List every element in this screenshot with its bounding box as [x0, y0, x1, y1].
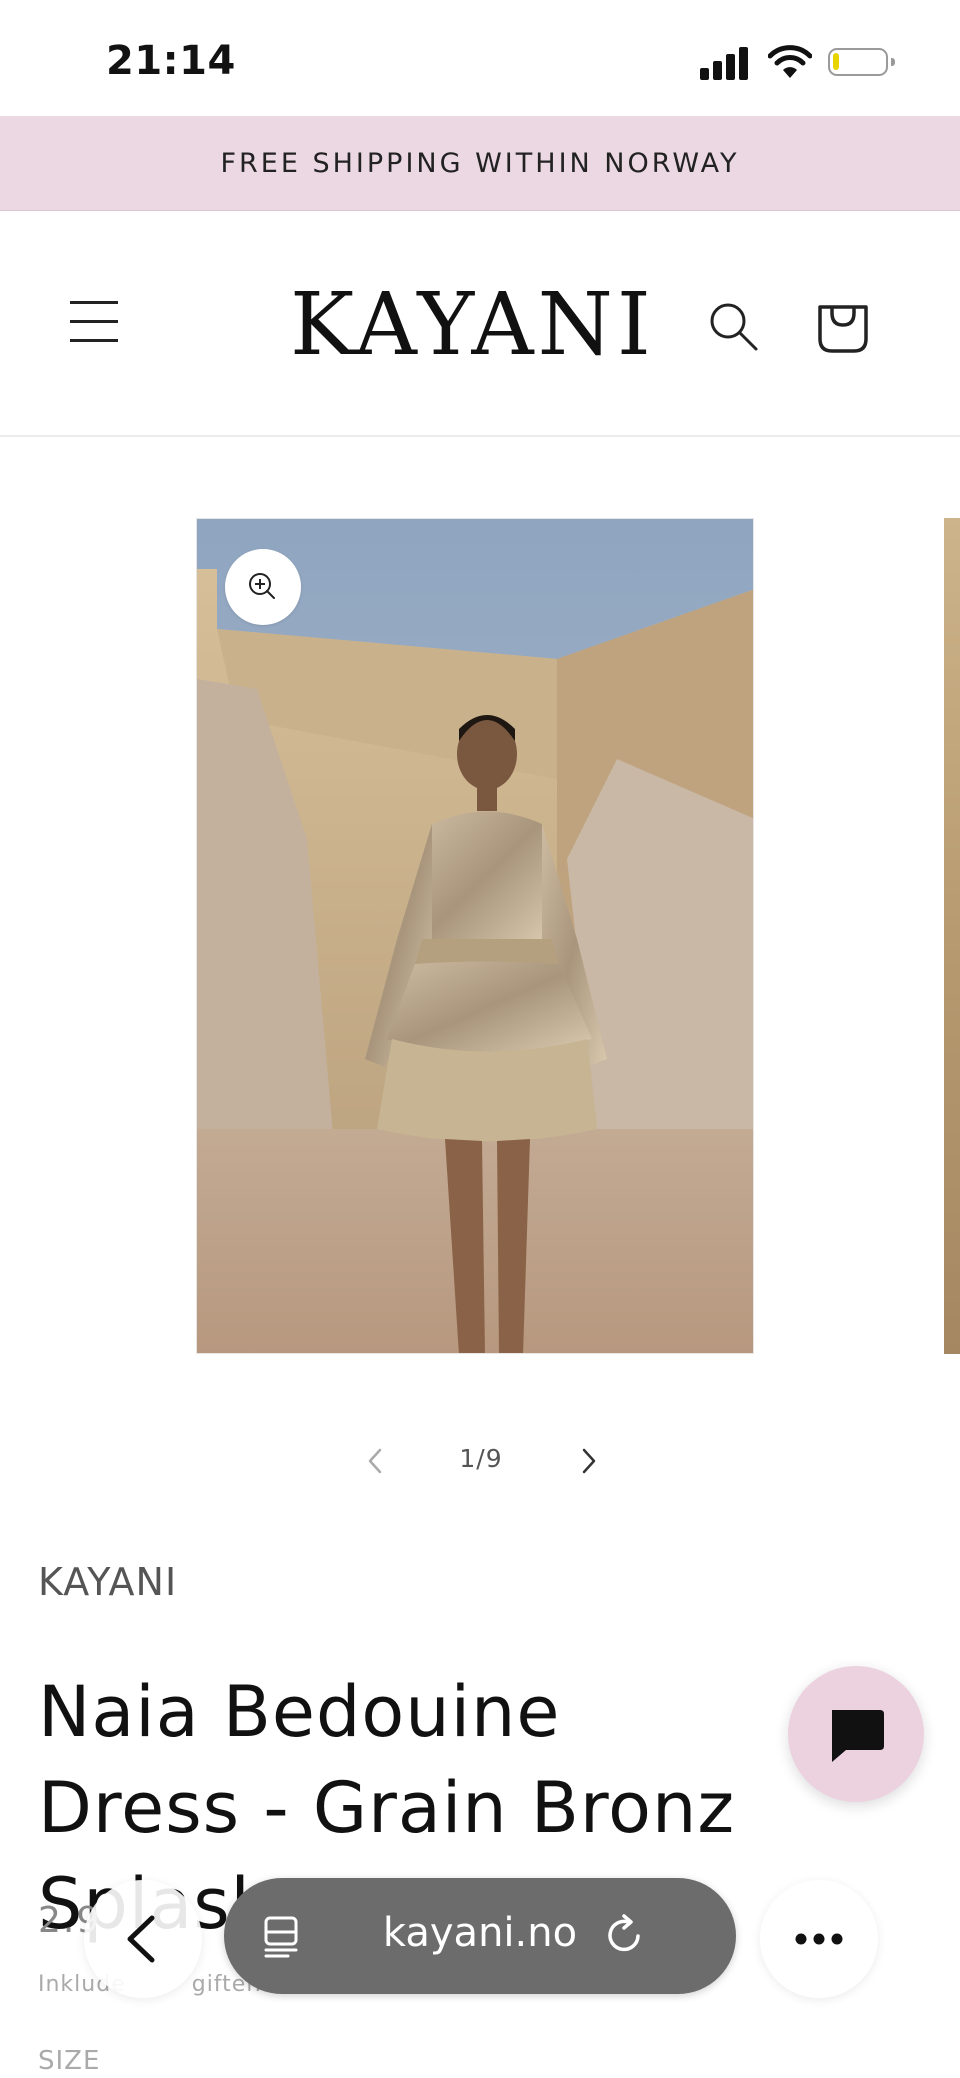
status-time: 21:14: [106, 38, 236, 84]
size-label: SIZE: [38, 2046, 101, 2076]
reload-icon[interactable]: [602, 1912, 648, 1958]
signal-icon: [700, 46, 752, 80]
announcement-bar: FREE SHIPPING WITHIN NORWAY: [0, 116, 960, 211]
gallery-counter: 1/9: [459, 1444, 503, 1473]
status-bar: 21:14: [0, 0, 960, 116]
chat-button[interactable]: [788, 1666, 924, 1802]
product-gallery: 1/9: [0, 436, 960, 1474]
address-bar[interactable]: kayani.no: [224, 1878, 736, 1994]
search-icon[interactable]: [706, 299, 762, 355]
wifi-icon: [768, 45, 812, 78]
chevron-left-icon[interactable]: [360, 1444, 390, 1478]
browser-more-button[interactable]: [760, 1880, 878, 1998]
next-image-peek[interactable]: [944, 518, 960, 1354]
chat-icon: [832, 1710, 884, 1762]
battery-icon: [828, 48, 895, 76]
site-logo[interactable]: KAYANI: [290, 275, 655, 375]
cart-icon[interactable]: [812, 295, 874, 357]
product-vendor: KAYANI: [38, 1560, 178, 1604]
product-photo: [197, 519, 753, 1353]
site-header: KAYANI: [0, 211, 960, 437]
zoom-icon: [249, 573, 275, 599]
gallery-controls: 1/9: [0, 1436, 960, 1486]
menu-icon[interactable]: [70, 299, 126, 345]
zoom-button[interactable]: [225, 549, 301, 625]
browser-back-button[interactable]: [84, 1880, 202, 1998]
chevron-right-icon[interactable]: [574, 1444, 604, 1478]
url-text: kayani.no: [382, 1910, 578, 1956]
back-icon: [127, 1915, 155, 1963]
product-image[interactable]: [196, 518, 754, 1354]
more-icon: [795, 1933, 843, 1945]
announcement-text: FREE SHIPPING WITHIN NORWAY: [220, 147, 740, 179]
